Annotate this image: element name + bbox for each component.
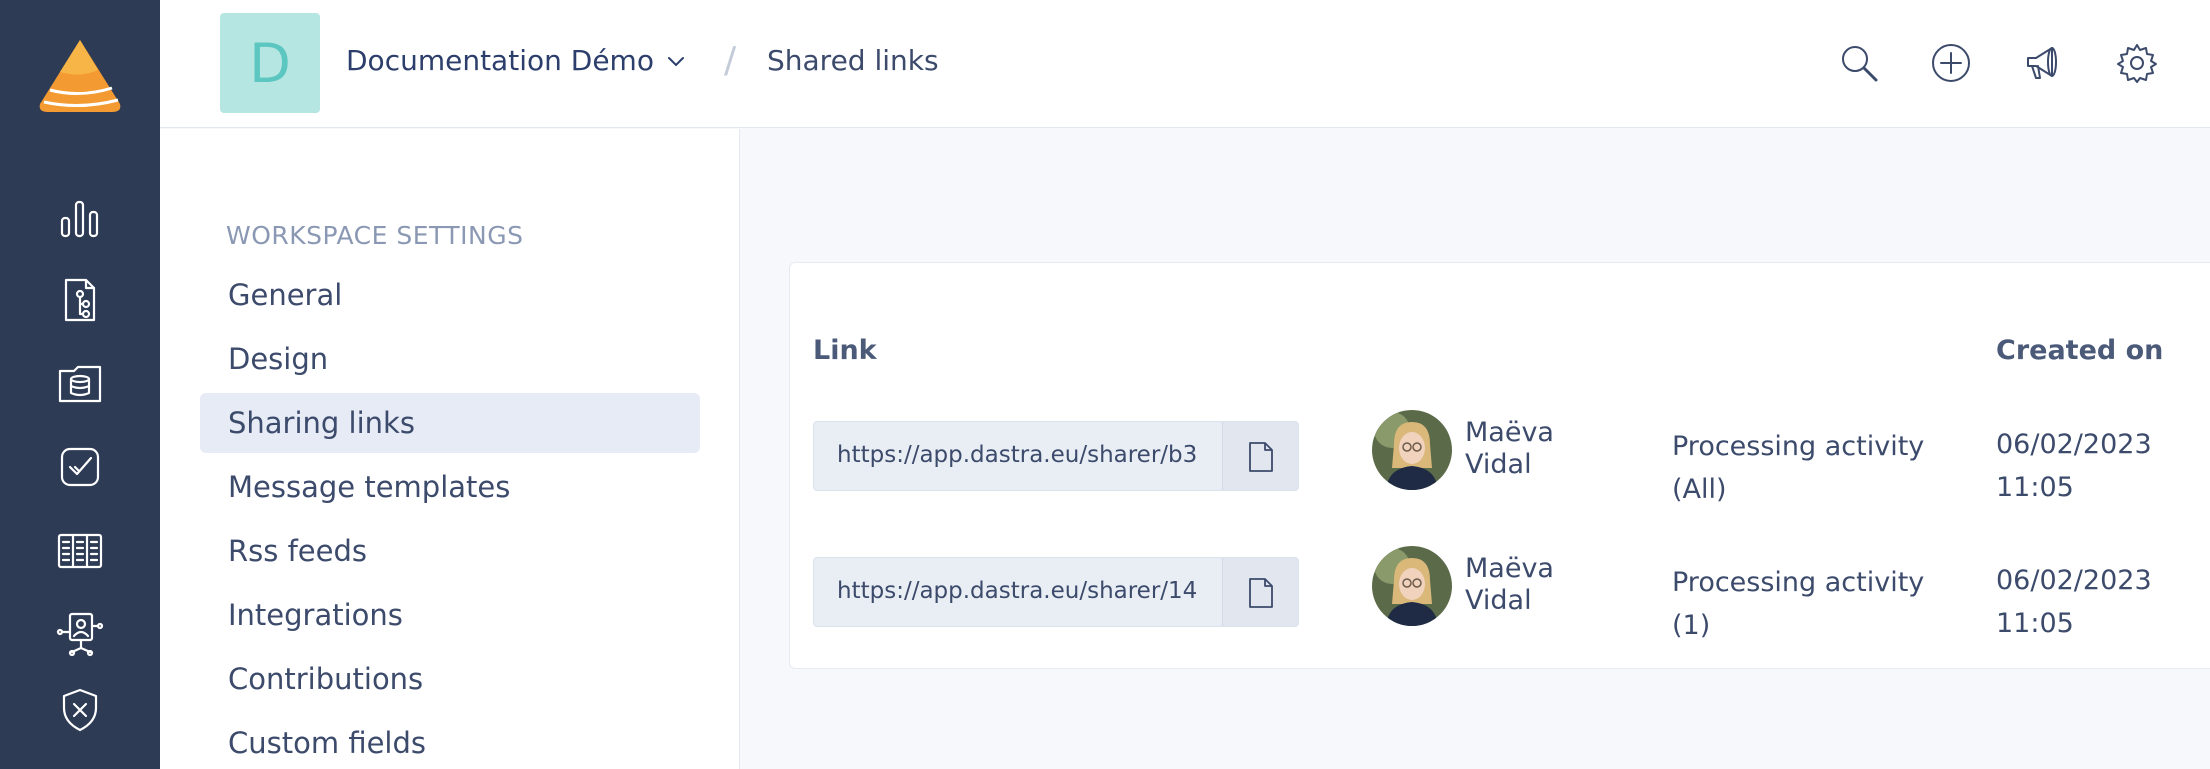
shared-link-field[interactable]: https://app.dastra.eu/sharer/b31 [813,421,1299,491]
user-name: Maëva Vidal [1465,417,1554,480]
settings-item-message-templates[interactable]: Message templates [200,457,700,517]
chevron-down-icon [667,56,684,66]
database-folder-icon[interactable] [52,355,108,411]
avatar [1372,410,1452,490]
settings-sidebar: WORKSPACE SETTINGS General Design Sharin… [160,129,740,769]
chart-bar-icon[interactable] [52,190,108,246]
workspace-avatar[interactable]: D [220,13,320,113]
settings-item-contributions[interactable]: Contributions [200,649,700,709]
column-header-link[interactable]: Link [813,335,877,366]
settings-section-title: WORKSPACE SETTINGS [226,221,524,250]
created-on: 06/02/2023 11:05 [1996,429,2152,503]
workspace-selector[interactable]: Documentation Démo [346,44,686,77]
page-title: Shared links [767,44,939,77]
gear-icon[interactable] [2114,40,2160,86]
settings-item-rss-feeds[interactable]: Rss feeds [200,521,700,581]
shared-links-table: Link Created on https://app.dastra.eu/sh… [789,262,2210,669]
checkbox-icon[interactable] [52,439,108,495]
megaphone-icon[interactable] [2020,40,2066,86]
settings-item-general[interactable]: General [200,265,700,325]
copy-link-button[interactable] [1222,558,1298,626]
link-scope: Processing activity (All) [1672,431,1925,505]
shield-x-icon[interactable] [52,682,108,738]
settings-item-design[interactable]: Design [200,329,700,389]
shared-link-field[interactable]: https://app.dastra.eu/sharer/14f8 [813,557,1299,627]
document-tree-icon[interactable] [52,272,108,328]
created-on: 06/02/2023 11:05 [1996,565,2152,639]
person-network-icon[interactable] [52,606,108,662]
breadcrumb-separator: / [724,40,737,81]
top-header: D Documentation Démo / Shared links [160,0,2210,128]
search-icon[interactable] [1836,40,1882,86]
copy-link-button[interactable] [1222,422,1298,490]
settings-item-sharing-links[interactable]: Sharing links [200,393,700,453]
link-scope: Processing activity (1) [1672,567,1925,641]
user-name: Maëva Vidal [1465,553,1554,616]
table-row: https://app.dastra.eu/sharer/14f8 Maëva … [790,546,2210,667]
document-copy-icon [1248,442,1273,472]
register-table-icon[interactable] [52,523,108,579]
shared-link-url[interactable]: https://app.dastra.eu/sharer/14f8 [837,578,1197,604]
workspace-name: Documentation Démo [346,44,654,77]
avatar [1372,546,1452,626]
left-nav-rail [0,0,160,769]
app-logo[interactable] [36,38,124,114]
shared-link-url[interactable]: https://app.dastra.eu/sharer/b31 [837,442,1197,468]
settings-item-integrations[interactable]: Integrations [200,585,700,645]
add-circle-icon[interactable] [1928,40,1974,86]
column-header-created-on[interactable]: Created on [1996,335,2163,366]
document-copy-icon [1248,578,1273,608]
settings-item-custom-fields[interactable]: Custom fields [200,713,700,769]
table-row: https://app.dastra.eu/sharer/b31 Maëva V… [790,410,2210,531]
